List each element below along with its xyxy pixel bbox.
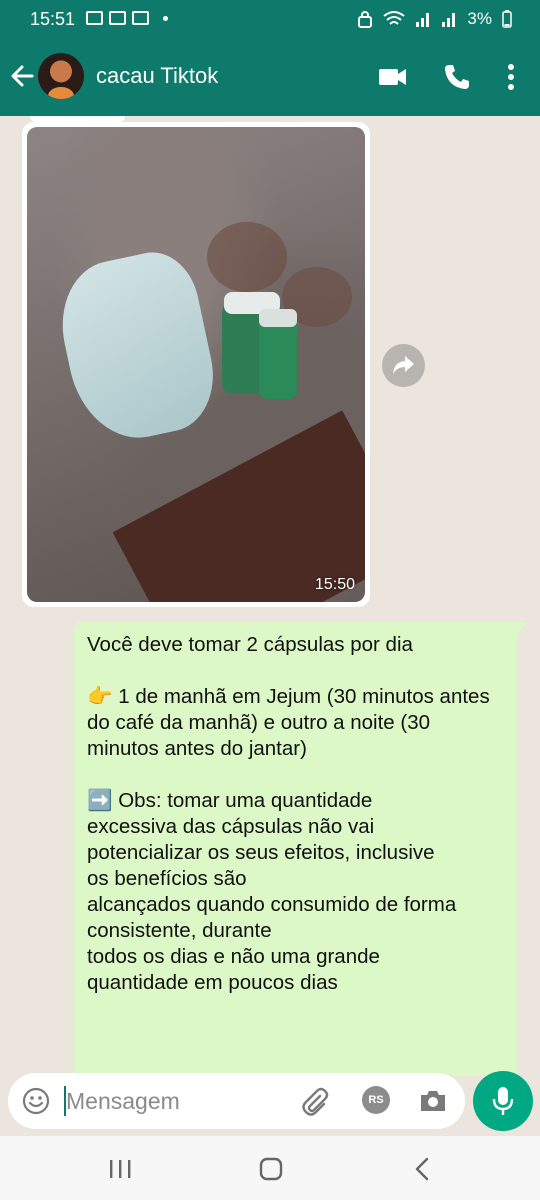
lock-icon xyxy=(358,11,373,28)
forward-button[interactable] xyxy=(382,344,425,387)
battery-icon xyxy=(502,10,512,28)
battery-percent: 3% xyxy=(467,9,492,28)
signal-icon xyxy=(416,13,430,27)
contact-name[interactable]: cacau Tiktok xyxy=(96,63,218,89)
voice-call-icon[interactable] xyxy=(442,62,472,92)
chat-header: cacau Tiktok xyxy=(0,38,540,116)
notification-icons xyxy=(86,11,168,25)
attach-icon[interactable] xyxy=(300,1087,330,1117)
checkbox-icon xyxy=(132,11,149,25)
home-icon[interactable] xyxy=(256,1156,286,1182)
system-icons: 3% xyxy=(357,9,512,29)
recent-apps-icon[interactable] xyxy=(105,1156,135,1182)
message-timestamp: 15:50 xyxy=(314,576,355,593)
package-bag xyxy=(49,244,225,450)
status-bar: 15:51 3% xyxy=(0,0,540,38)
more-notifications-icon xyxy=(163,16,168,21)
contact-avatar[interactable] xyxy=(38,53,84,99)
product-photo[interactable]: 15:50 xyxy=(27,127,365,602)
microphone-icon xyxy=(492,1087,514,1115)
emoji-icon[interactable] xyxy=(22,1087,50,1115)
back-nav-icon[interactable] xyxy=(408,1156,438,1182)
capsule-bottle xyxy=(259,309,297,399)
camera-icon[interactable] xyxy=(418,1086,448,1116)
message-input[interactable]: Mensagem xyxy=(66,1088,180,1115)
back-arrow-icon[interactable] xyxy=(10,60,36,92)
forward-icon xyxy=(393,356,414,374)
status-time: 15:51 xyxy=(30,9,76,29)
video-call-icon[interactable] xyxy=(378,62,408,92)
notification-icon xyxy=(109,11,126,25)
payment-badge-icon[interactable]: RS xyxy=(362,1086,390,1114)
incoming-image-message[interactable]: 15:50 xyxy=(22,122,370,607)
system-navigation-bar xyxy=(0,1136,540,1200)
outgoing-text-message[interactable]: Você deve tomar 2 cápsulas por dia 👉 1 d… xyxy=(74,622,527,1076)
wifi-icon xyxy=(383,11,406,25)
more-options-icon[interactable] xyxy=(496,62,526,92)
voice-message-button[interactable] xyxy=(473,1071,533,1131)
message-text: Você deve tomar 2 cápsulas por dia 👉 1 d… xyxy=(87,633,490,994)
signal-icon xyxy=(442,13,456,27)
chat-area[interactable]: 15:50 Você deve tomar 2 cápsulas por dia… xyxy=(0,116,540,1076)
notification-icon xyxy=(86,11,103,25)
message-composer: Mensagem RS xyxy=(8,1073,465,1129)
